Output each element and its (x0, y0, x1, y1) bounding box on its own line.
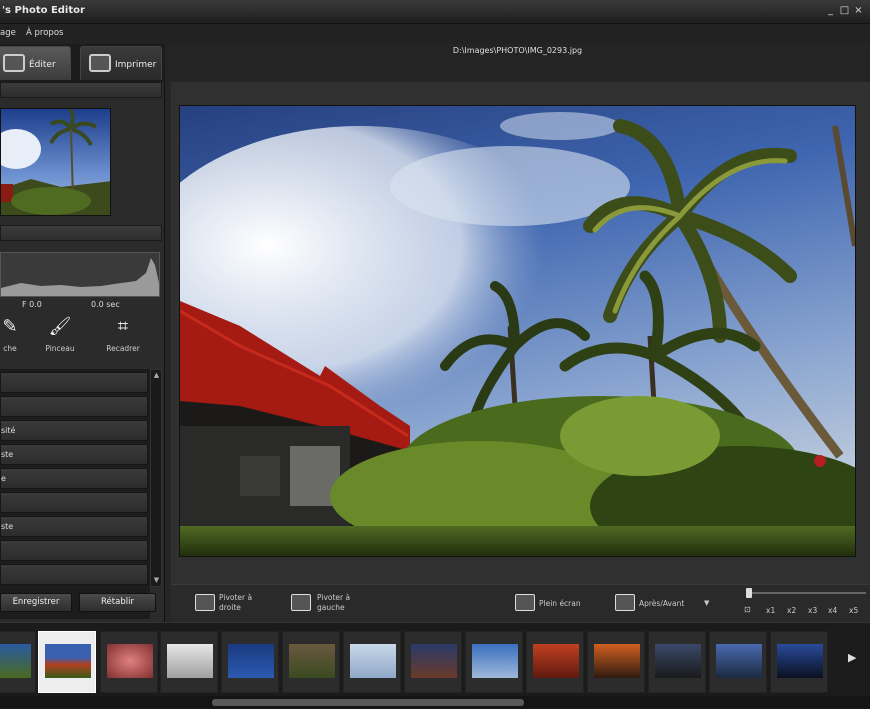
aperture-value: F 0.0 (22, 300, 42, 309)
zoom-label[interactable]: x2 (787, 606, 796, 616)
zoom-fit-icon[interactable]: ⊡ (744, 605, 751, 615)
info-section-header[interactable] (0, 225, 162, 241)
filmstrip-thumb[interactable] (587, 631, 645, 693)
menu-item-image[interactable]: age (0, 28, 16, 38)
scroll-up-icon[interactable]: ▲ (152, 371, 161, 380)
fullscreen-label[interactable]: Plein écran (539, 599, 581, 609)
photo-editor-window: 's Photo Editor _ □ × age À propos Édite… (0, 0, 870, 709)
menu-item-about[interactable]: À propos (26, 28, 63, 38)
brush-icon: ✎ (2, 316, 18, 337)
filmstrip-scrollbar[interactable] (0, 696, 870, 708)
compare-icon[interactable] (615, 594, 635, 611)
fullscreen-icon[interactable] (515, 594, 535, 611)
filmstrip-thumb[interactable] (221, 631, 279, 693)
tab-print[interactable]: Imprimer (80, 46, 162, 80)
zoom-label[interactable]: x5 (849, 606, 858, 616)
filmstrip-thumb[interactable] (0, 631, 36, 693)
tab-print-label: Imprimer (115, 60, 157, 70)
list-item[interactable]: ste (0, 516, 148, 537)
filmstrip-thumb[interactable] (526, 631, 584, 693)
printer-icon (89, 54, 111, 72)
filmstrip-thumb[interactable] (343, 631, 401, 693)
list-item[interactable] (0, 564, 148, 585)
close-icon[interactable]: × (853, 5, 864, 16)
adjustments-scrollbar[interactable]: ▲ ▼ (150, 369, 162, 587)
filmstrip-scroll-thumb[interactable] (212, 699, 524, 706)
filmstrip-thumb[interactable] (404, 631, 462, 693)
menu-bar: age À propos (0, 24, 870, 44)
filmstrip-thumb[interactable] (648, 631, 706, 693)
tab-edit[interactable]: Éditer (0, 46, 71, 80)
rotate-left-label[interactable]: Pivoter à gauche (317, 593, 362, 613)
tool-retouch[interactable]: ✎ che (0, 316, 35, 361)
file-path: D:\Images\PHOTO\IMG_0293.jpg (452, 46, 583, 55)
list-item[interactable] (0, 492, 148, 513)
exposure-value: 0.0 sec (91, 300, 120, 309)
tool-crop[interactable]: ⌗ Recadrer (98, 316, 148, 361)
preview-thumbnail (0, 108, 111, 216)
scroll-right-icon[interactable]: ▶ (848, 651, 856, 664)
zoom-label[interactable]: x1 (766, 606, 775, 616)
main-photo (179, 105, 856, 557)
zoom-slider-handle[interactable] (746, 588, 752, 598)
filmstrip-thumb[interactable] (465, 631, 523, 693)
rotate-right-icon[interactable] (195, 594, 215, 611)
filmstrip-thumb[interactable] (160, 631, 218, 693)
list-item[interactable]: ste (0, 444, 148, 465)
rotate-right-label[interactable]: Pivoter à droite (219, 593, 269, 613)
title-bar: 's Photo Editor _ □ × (0, 0, 870, 24)
scroll-down-icon[interactable]: ▼ (152, 576, 161, 585)
chevron-down-icon[interactable]: ▼ (704, 598, 709, 608)
list-item[interactable]: e (0, 468, 148, 489)
crop-icon: ⌗ (117, 316, 129, 337)
zoom-label[interactable]: x4 (828, 606, 837, 616)
filmstrip-thumb[interactable] (38, 631, 96, 693)
adjustments-list: sité ste e ste (0, 369, 150, 619)
list-item[interactable]: sité (0, 420, 148, 441)
histogram (0, 252, 160, 297)
left-panel: F 0.0 0.0 sec ✎ che 🖌 Pinceau ⌗ Recadrer… (0, 82, 165, 622)
save-button[interactable]: Enregistrer (0, 593, 72, 612)
filmstrip-thumb[interactable] (770, 631, 828, 693)
tool-crop-label: Recadrer (106, 344, 140, 353)
window-title: 's Photo Editor (2, 5, 85, 16)
tool-brush-label: Pinceau (45, 344, 75, 353)
maximize-icon[interactable]: □ (839, 5, 850, 16)
rotate-left-icon[interactable] (291, 594, 311, 611)
zoom-slider-track[interactable] (746, 592, 866, 594)
list-item[interactable] (0, 540, 148, 561)
image-viewport (171, 82, 870, 584)
preview-section-header[interactable] (0, 82, 162, 98)
file-path-bar: D:\Images\PHOTO\IMG_0293.jpg (165, 44, 870, 82)
filmstrip-thumb[interactable] (709, 631, 767, 693)
edit-icon (3, 54, 25, 72)
zoom-label[interactable]: x3 (808, 606, 817, 616)
filmstrip: ▶ (0, 622, 870, 709)
mode-tabs: Éditer Imprimer (0, 44, 165, 82)
restore-button[interactable]: Rétablir (79, 593, 156, 612)
list-item[interactable] (0, 372, 148, 393)
image-actions-toolbar: Pivoter à droite Pivoter à gauche Plein … (171, 584, 870, 622)
compare-label[interactable]: Après/Avant (639, 599, 684, 609)
list-item[interactable] (0, 396, 148, 417)
minimize-icon[interactable]: _ (825, 5, 836, 16)
filmstrip-thumb[interactable] (100, 631, 158, 693)
tool-brush[interactable]: 🖌 Pinceau (35, 316, 85, 361)
tab-edit-label: Éditer (29, 60, 56, 70)
paintbrush-icon: 🖌 (48, 316, 72, 337)
tool-retouch-label: che (3, 344, 17, 353)
filmstrip-thumb[interactable] (282, 631, 340, 693)
